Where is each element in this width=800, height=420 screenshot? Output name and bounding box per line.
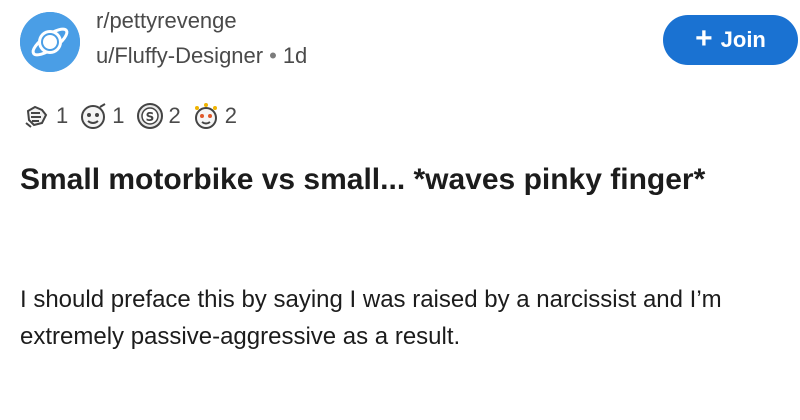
award-count: 2 [224,103,237,128]
award-icon-3: S [136,103,163,129]
meta-separator: • [269,43,277,68]
post-header: r/pettyrevenge u/Fluffy-Designer • 1d + Jo… [20,6,798,76]
award-item[interactable]: 1 [78,101,125,131]
author-name[interactable]: u/Fluffy-Designer [96,43,263,68]
award-item[interactable]: 2 [191,101,237,131]
join-button[interactable]: + Join [663,15,798,65]
award-icon-1 [25,105,48,128]
planet-icon [20,12,80,72]
svg-text:S: S [145,110,154,124]
post-body: I should preface this by saying I was ra… [20,286,722,350]
plus-icon: + [695,22,713,55]
awards-row: 1 1 S 2 2 [22,91,322,141]
post-title[interactable]: Small motorbike vs small... *waves pinky… [20,160,780,200]
post-age: 1d [282,43,308,68]
subreddit-avatar[interactable] [20,12,80,72]
award-count: 2 [168,103,181,128]
join-label: Join [720,27,766,52]
award-count: 1 [56,103,69,128]
award-icon-2 [81,103,106,129]
author-line: u/Fluffy-Designer • 1d [96,40,307,72]
post-meta: r/pettyrevenge u/Fluffy-Designer • 1d [96,6,307,72]
award-item[interactable]: S 2 [135,101,181,131]
award-count: 1 [112,103,125,128]
award-icon-4 [194,103,217,129]
subreddit-name[interactable]: r/pettyrevenge [96,6,307,36]
award-item[interactable]: 1 [22,101,68,131]
